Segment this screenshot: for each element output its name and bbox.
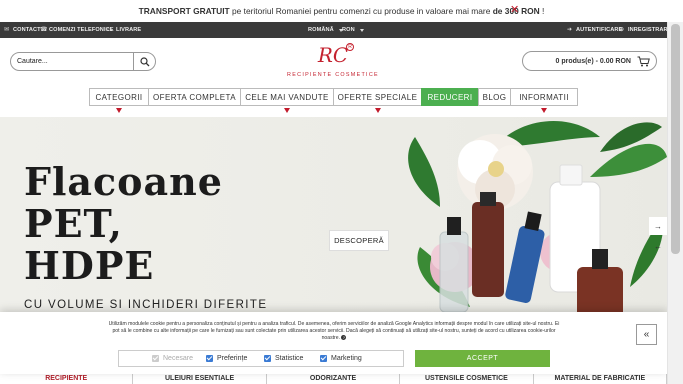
registered-icon: R <box>346 43 354 51</box>
language-dropdown[interactable]: ROMÂNĂ <box>308 27 343 33</box>
logo-mark: RC <box>317 43 349 67</box>
promo-bar: TRANSPORT GRATUIT pe teritoriul Romaniei… <box>0 0 683 22</box>
hero-title-line2: PET, <box>24 201 123 246</box>
opt-preferences[interactable]: Preferințe <box>206 355 247 362</box>
caret-down-icon <box>116 108 122 113</box>
opt-marketing-label: Marketing <box>331 355 362 362</box>
promo-bold-start: TRANSPORT GRATUIT <box>138 6 230 16</box>
accept-cookies-button[interactable]: ACCEPT <box>415 350 550 367</box>
discover-button[interactable]: DESCOPERĂ <box>329 230 389 251</box>
cart-button[interactable]: 0 produs(e) - 0.00 RON <box>522 51 657 71</box>
phone-orders-label: COMENZI TELEFONICE <box>49 27 114 33</box>
hero-subtitle: CU VOLUME SI INCHIDERI DIFERITE <box>24 299 268 311</box>
nav-label: REDUCERI <box>427 92 473 102</box>
logo-tagline: RECIPIENTE COSMETICE <box>287 72 379 78</box>
search-input[interactable] <box>11 53 134 70</box>
opt-necessary: Necesare <box>152 355 193 362</box>
delivery-label: LIVRARE <box>116 27 142 33</box>
login-icon: ➜ <box>567 27 573 33</box>
opt-statistics-label: Statistice <box>275 355 304 362</box>
search-button[interactable] <box>133 53 155 70</box>
language-label: ROMÂNĂ <box>308 27 334 33</box>
double-chevron-left-icon: « <box>643 329 650 340</box>
prev-slide-button[interactable]: ← <box>649 237 667 255</box>
nav-reduceri[interactable]: REDUCERI <box>421 88 478 106</box>
hero-banner: Flacoane PET, HDPE CU VOLUME SI INCHIDER… <box>0 117 667 327</box>
opt-marketing[interactable]: Marketing <box>320 355 362 362</box>
nav-oferta-completa[interactable]: OFERTA COMPLETA <box>148 88 240 106</box>
chevron-down-icon <box>359 28 364 32</box>
currency-label: RON <box>342 27 355 33</box>
promo-text: TRANSPORT GRATUIT pe teritoriul Romaniei… <box>139 6 545 16</box>
caret-down-icon <box>284 108 290 113</box>
main-nav: CATEGORII OFERTA COMPLETA CELE MAI VANDU… <box>89 88 578 113</box>
arrow-left-icon: ← <box>654 241 662 251</box>
contact-label: CONTACT <box>13 27 41 33</box>
cart-icon <box>637 56 650 66</box>
currency-dropdown[interactable]: RON <box>342 27 364 33</box>
nav-cele-mai-vandute[interactable]: CELE MAI VANDUTE <box>240 88 333 113</box>
hero-title-line1: Flacoane <box>24 159 223 204</box>
register-link[interactable]: ⊕ INREGISTRARE <box>619 27 671 33</box>
nav-label: CATEGORII <box>95 92 143 102</box>
caret-down-icon <box>541 108 547 113</box>
opt-preferences-label: Preferințe <box>217 355 248 362</box>
search-icon <box>140 56 150 66</box>
checkbox-necessary <box>152 355 159 362</box>
checkbox-preferences[interactable] <box>206 355 213 362</box>
delivery-link[interactable]: ▭ LIVRARE <box>107 27 141 33</box>
checkbox-marketing[interactable] <box>320 355 327 362</box>
info-icon[interactable]: ? <box>341 335 347 341</box>
nav-label: OFERTA COMPLETA <box>153 92 236 102</box>
arrow-right-icon: → <box>654 221 662 231</box>
register-label: INREGISTRARE <box>628 27 672 33</box>
cookie-banner: Utilizăm modulele cookie pentru a person… <box>0 312 667 374</box>
truck-icon: ▭ <box>107 27 113 33</box>
opt-statistics[interactable]: Statistice <box>264 355 303 362</box>
cookie-options: Necesare Preferințe Statistice Marketing <box>118 350 404 367</box>
promo-end: ! <box>539 6 545 16</box>
nav-label: BLOG <box>482 92 507 102</box>
envelope-icon: ✉ <box>4 27 10 33</box>
nav-categorii[interactable]: CATEGORII <box>89 88 148 113</box>
page-scrollbar[interactable] <box>667 22 683 384</box>
nav-informatii[interactable]: INFORMATII <box>510 88 578 113</box>
search-box <box>10 52 156 71</box>
phone-orders-link[interactable]: ☎ COMENZI TELEFONICE <box>40 27 114 33</box>
contact-link[interactable]: ✉ CONTACT <box>4 27 41 33</box>
cookie-message: Utilizăm modulele cookie pentru a person… <box>108 321 560 342</box>
close-promo-icon[interactable]: ✕ <box>510 5 519 16</box>
scrollbar-thumb[interactable] <box>671 24 680 254</box>
nav-label: CELE MAI VANDUTE <box>245 92 329 102</box>
bottles-image <box>408 120 667 327</box>
phone-icon: ☎ <box>40 27 48 33</box>
promo-middle: pe teritoriul Romaniei pentru comenzi cu… <box>229 6 493 16</box>
user-plus-icon: ⊕ <box>619 27 625 33</box>
top-utility-bar: ✉ CONTACT ☎ COMENZI TELEFONICE ▭ LIVRARE… <box>0 22 683 38</box>
cookie-text: Utilizăm modulele cookie pentru a person… <box>108 321 560 343</box>
nav-label: INFORMATII <box>519 92 569 102</box>
site-header: RC R RECIPIENTE COSMETICE 0 produs(e) - … <box>0 38 683 88</box>
cart-summary: 0 produs(e) - 0.00 RON <box>555 57 631 65</box>
next-slide-button[interactable]: → <box>649 217 667 235</box>
hero-title: Flacoane PET, HDPE <box>24 161 223 287</box>
checkbox-statistics[interactable] <box>264 355 271 362</box>
nav-label: OFERTE SPECIALE <box>337 92 418 102</box>
nav-oferte-speciale[interactable]: OFERTE SPECIALE <box>333 88 421 113</box>
hero-title-line3: HDPE <box>24 243 155 288</box>
login-label: AUTENTIFICARE <box>576 27 623 33</box>
site-logo[interactable]: RC R RECIPIENTE COSMETICE <box>280 42 386 84</box>
opt-necessary-label: Necesare <box>163 355 193 362</box>
login-link[interactable]: ➜ AUTENTIFICARE <box>567 27 622 33</box>
collapse-banner-button[interactable]: « <box>636 324 657 345</box>
nav-blog[interactable]: BLOG <box>478 88 510 106</box>
caret-down-icon <box>374 108 381 113</box>
